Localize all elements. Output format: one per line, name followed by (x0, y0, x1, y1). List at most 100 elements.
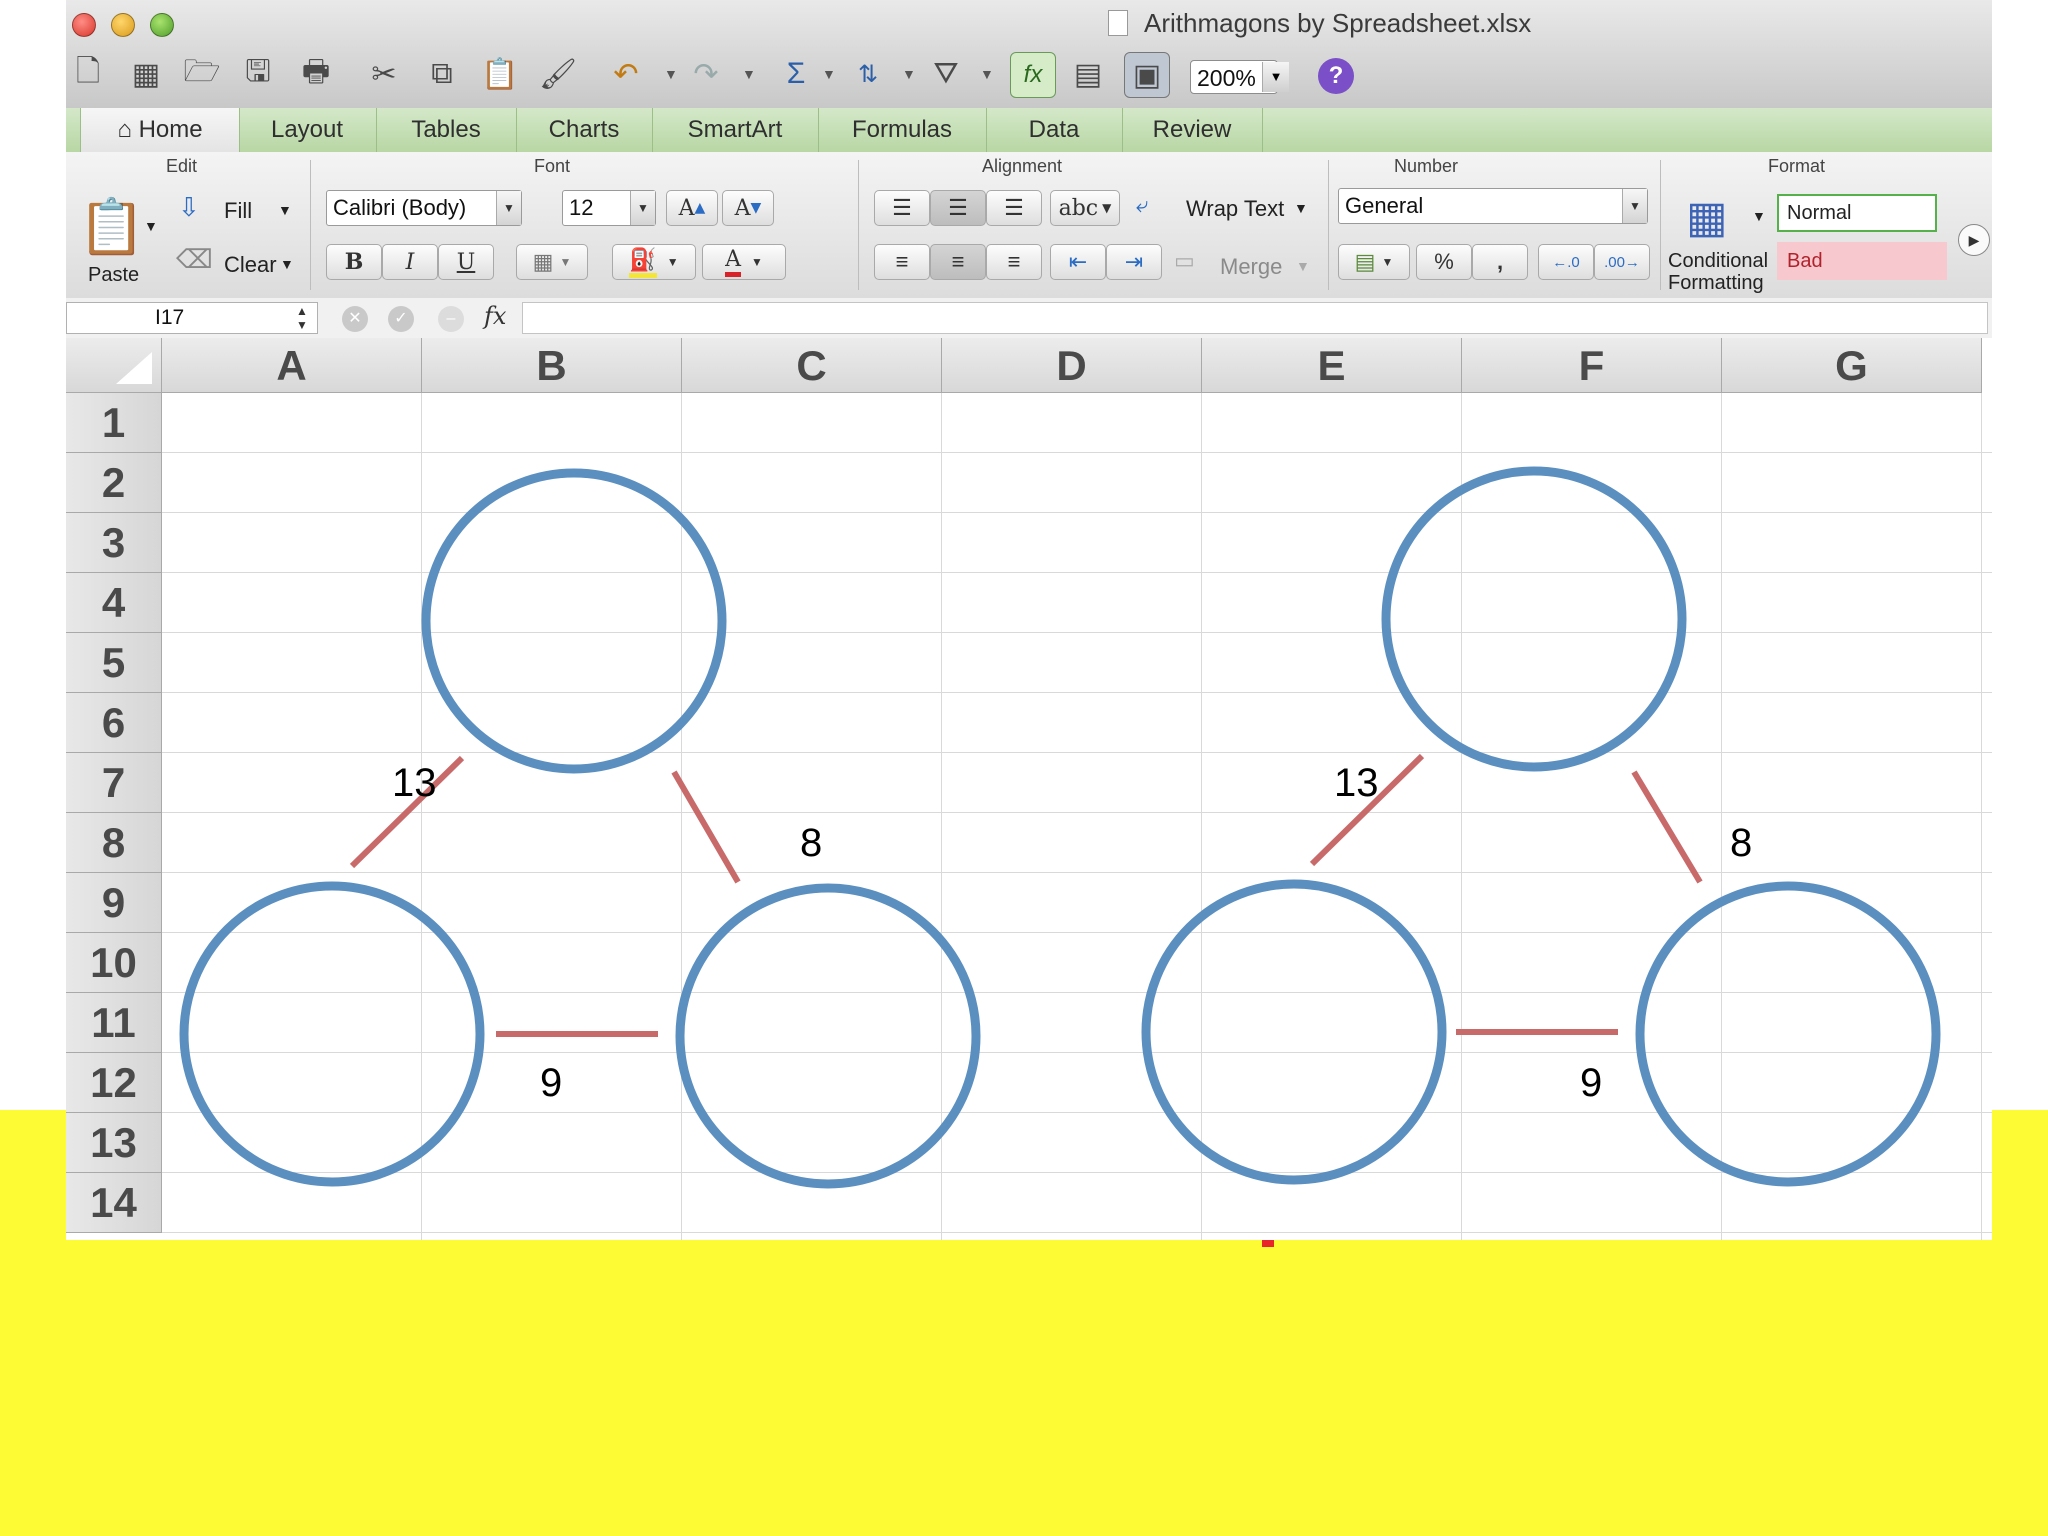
shrink-font-button[interactable]: A ▼ (722, 190, 774, 226)
wrap-text-dropdown-icon[interactable]: ▼ (1294, 200, 1308, 216)
fill-icon[interactable]: ⇩ (178, 192, 200, 223)
align-middle-button[interactable]: ☰ (930, 190, 986, 226)
copy-icon[interactable]: ⧉ (420, 52, 464, 96)
window-close-button[interactable] (72, 13, 96, 37)
orientation-button[interactable]: abc ▼ (1050, 190, 1120, 226)
sort-icon[interactable]: ⇅ (846, 52, 890, 96)
open-folder-icon[interactable]: 🗁 (180, 52, 224, 96)
autosum-icon[interactable]: Σ (774, 52, 818, 96)
new-document-icon[interactable]: 🗋 (66, 52, 110, 96)
top-vertex-circle[interactable] (1381, 466, 1687, 772)
formula-builder-icon[interactable]: fx (1010, 52, 1056, 98)
number-format-dropdown-icon[interactable]: ▼ (1622, 189, 1647, 223)
increase-decimal-button[interactable]: ←.0 (1538, 244, 1594, 280)
fill-button[interactable]: Fill (224, 198, 252, 224)
conditional-formatting-label-1[interactable]: Conditional (1668, 250, 1768, 273)
format-painter-icon[interactable]: 🖌 (536, 52, 580, 96)
italic-button[interactable]: I (382, 244, 438, 280)
paste-dropdown-icon[interactable]: ▼ (144, 218, 158, 234)
paste-toolbar-icon[interactable]: 📋 (478, 52, 522, 96)
font-name-combo[interactable]: Calibri (Body) ▼ (326, 190, 522, 226)
tab-review[interactable]: Review (1122, 108, 1263, 152)
bold-button[interactable]: B (326, 244, 382, 280)
zoom-dropdown-icon[interactable]: ▼ (1262, 62, 1289, 92)
spreadsheet-grid[interactable]: ABCDEFG 1 2 3 4 5 6 7 8 9 10 11 12 13 14 13 8 9 (66, 338, 1992, 1240)
undo-dropdown-icon[interactable]: ▼ (664, 66, 678, 82)
wrap-text-icon[interactable]: ⤶ (1136, 192, 1148, 218)
bottom-left-vertex-circle[interactable] (1141, 879, 1447, 1185)
clear-dropdown-icon[interactable]: ▼ (280, 256, 294, 272)
font-color-button[interactable]: A ▼ (702, 244, 786, 280)
fill-color-button[interactable]: ⛽ ▼ (612, 244, 696, 280)
tab-smartart[interactable]: SmartArt (652, 108, 819, 152)
align-bottom-button[interactable]: ☰ (986, 190, 1042, 226)
align-right-button[interactable]: ≡ (986, 244, 1042, 280)
borders-button[interactable]: ▦ ▼ (516, 244, 588, 280)
font-name-dropdown-icon[interactable]: ▼ (496, 191, 521, 225)
wrap-text-button[interactable]: Wrap Text (1186, 196, 1284, 222)
tab-formulas[interactable]: Formulas (818, 108, 987, 152)
toolbox-icon[interactable]: ▤ (1066, 52, 1110, 96)
name-box-stepper-icon[interactable]: ▲ ▼ (292, 304, 312, 332)
conditional-formatting-dropdown-icon[interactable]: ▼ (1752, 208, 1766, 224)
merge-icon[interactable]: ▭ (1174, 248, 1195, 274)
tab-tables[interactable]: Tables (376, 108, 517, 152)
filter-dropdown-icon[interactable]: ▼ (980, 66, 994, 82)
redo-icon[interactable]: ↷ (684, 52, 728, 96)
bottom-left-vertex-circle[interactable] (179, 881, 485, 1187)
align-left-button[interactable]: ≡ (874, 244, 930, 280)
tab-charts[interactable]: Charts (516, 108, 653, 152)
font-size-combo[interactable]: 12 ▼ (562, 190, 656, 226)
decrease-decimal-button[interactable]: .00→ (1594, 244, 1650, 280)
cell-style-bad[interactable]: Bad (1777, 242, 1947, 280)
conditional-formatting-label-2[interactable]: Formatting (1668, 272, 1764, 295)
conditional-formatting-icon[interactable]: ▦ (1686, 192, 1728, 243)
fill-dropdown-icon[interactable]: ▼ (278, 202, 292, 218)
name-box[interactable]: I17 (66, 302, 318, 334)
tab-data[interactable]: Data (986, 108, 1123, 152)
bottom-right-vertex-circle[interactable] (1635, 881, 1941, 1187)
top-vertex-circle[interactable] (421, 468, 727, 774)
window-zoom-button[interactable] (150, 13, 174, 37)
font-size-dropdown-icon[interactable]: ▼ (630, 191, 655, 225)
increase-indent-button[interactable]: ⇥ (1106, 244, 1162, 280)
align-top-button[interactable]: ☰ (874, 190, 930, 226)
print-icon[interactable]: 🖶 (294, 52, 338, 96)
function-menu-icon[interactable]: – (438, 306, 464, 332)
gallery-icon[interactable]: ▦ (124, 52, 168, 96)
undo-icon[interactable]: ↶ (604, 52, 648, 96)
cut-icon[interactable]: ✂ (362, 52, 406, 96)
tab-layout[interactable]: Layout (238, 108, 377, 152)
cell-style-normal[interactable]: Normal (1777, 194, 1937, 232)
formula-input[interactable] (522, 302, 1988, 334)
window-minimize-button[interactable] (111, 13, 135, 37)
comma-style-button[interactable]: , (1472, 244, 1528, 280)
underline-button[interactable]: U (438, 244, 494, 280)
paste-button[interactable]: Paste (88, 264, 139, 287)
percent-button[interactable]: % (1416, 244, 1472, 280)
align-center-button[interactable]: ≡ (930, 244, 986, 280)
help-icon[interactable]: ? (1318, 58, 1354, 94)
group-label-format: Format (1768, 156, 1826, 176)
merge-dropdown-icon[interactable]: ▼ (1296, 258, 1310, 274)
confirm-entry-icon[interactable]: ✓ (388, 306, 414, 332)
clear-button[interactable]: Clear (224, 252, 277, 278)
merge-button[interactable]: Merge (1220, 254, 1282, 280)
eraser-icon[interactable]: ⌫ (176, 244, 213, 275)
number-format-combo[interactable]: General ▼ (1338, 188, 1648, 224)
autosum-dropdown-icon[interactable]: ▼ (822, 66, 836, 82)
save-icon[interactable]: 🖫 (236, 52, 280, 96)
bottom-right-vertex-circle[interactable] (675, 883, 981, 1189)
media-browser-icon[interactable]: ▣ (1124, 52, 1170, 98)
sort-dropdown-icon[interactable]: ▼ (902, 66, 916, 82)
decrease-indent-button[interactable]: ⇤ (1050, 244, 1106, 280)
filter-icon[interactable]: ⛛ (924, 52, 968, 96)
cancel-entry-icon[interactable]: ✕ (342, 306, 368, 332)
insert-function-icon[interactable]: fx (484, 302, 506, 330)
grow-font-button[interactable]: A ▲ (666, 190, 718, 226)
redo-dropdown-icon[interactable]: ▼ (742, 66, 756, 82)
paste-icon[interactable]: 📋 (78, 196, 145, 259)
currency-button[interactable]: ▤ ▼ (1338, 244, 1410, 280)
tab-home[interactable]: ⌂ Home (80, 108, 240, 152)
styles-next-icon[interactable]: ▶ (1958, 224, 1990, 256)
